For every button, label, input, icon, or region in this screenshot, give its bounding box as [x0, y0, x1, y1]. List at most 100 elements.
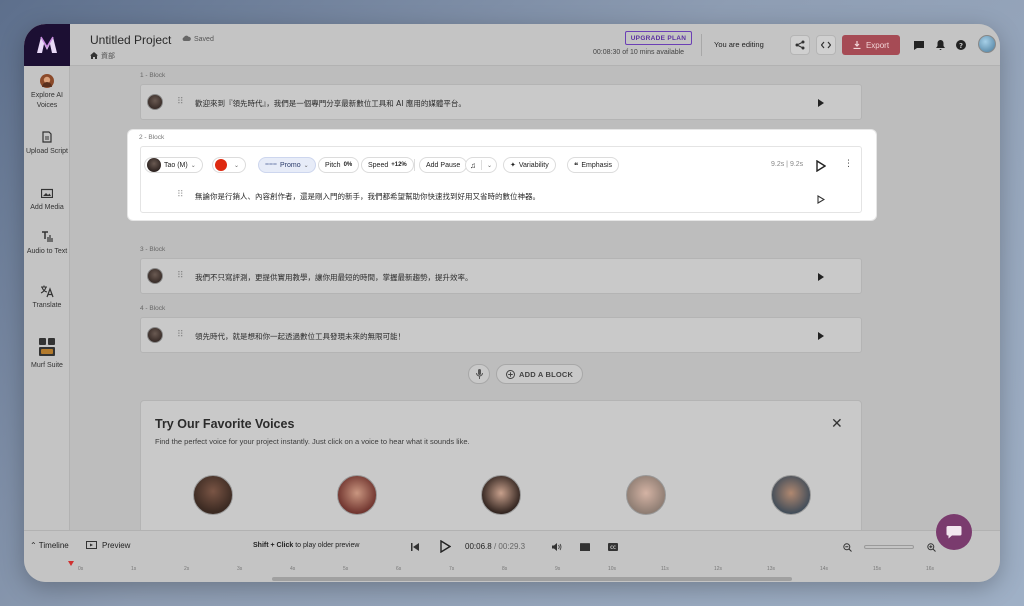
drag-handle-icon[interactable]: ⠿ — [177, 270, 184, 281]
suite-icon — [38, 338, 56, 358]
pitch-control[interactable]: Pitch 0% — [318, 157, 360, 173]
preview-icon — [86, 541, 97, 549]
export-label: Export — [865, 40, 890, 50]
chevron-down-icon: ⌄ — [487, 162, 493, 169]
sidebar-item-label: Translate — [32, 302, 62, 309]
ruler-tick-label: 9s — [555, 566, 561, 572]
upgrade-plan-button[interactable]: UPGRADE PLAN — [625, 31, 692, 45]
block-2[interactable]: Tao (M) ⌄ ⌄ ⩶ Promo ⌄ Pitch 0% Speed +12… — [140, 146, 862, 213]
emphasis-button[interactable]: ❝ Emphasis — [567, 157, 620, 173]
block-label: 4 - Block — [140, 305, 166, 312]
block-4[interactable]: ⠿ 領先時代，就是想和你一起透過數位工具發現未來的無限可能！ — [140, 317, 862, 353]
voice-selector[interactable]: Tao (M) ⌄ — [144, 157, 203, 173]
export-button[interactable]: Export — [842, 35, 900, 55]
block-label: 3 - Block — [140, 246, 166, 253]
drag-handle-icon[interactable]: ⠿ — [177, 329, 184, 340]
video-clip-icon[interactable] — [580, 542, 590, 552]
sidebar-item-translate[interactable]: Translate — [24, 284, 70, 311]
voice-option[interactable] — [193, 475, 233, 515]
sidebar-item-murf-suite[interactable]: Murf Suite — [24, 338, 70, 371]
add-block-button[interactable]: ADD A BLOCK — [496, 364, 584, 384]
subtitles-icon[interactable]: CC — [608, 542, 618, 552]
voices-panel-title: Try Our Favorite Voices — [155, 417, 295, 431]
home-icon — [90, 51, 98, 61]
user-avatar[interactable] — [978, 35, 996, 53]
speed-value: +12% — [391, 162, 407, 168]
block-text[interactable]: 歡迎來到『領先時代』，我們是一個專門分享最新數位工具和 AI 應用的媒體平台。 — [195, 98, 466, 109]
close-icon[interactable]: ✕ — [831, 415, 843, 432]
ruler-tick-label: 2s — [184, 566, 190, 572]
chevron-down-icon: ⌄ — [190, 162, 196, 169]
zoom-out-icon[interactable] — [842, 542, 852, 552]
drag-handle-icon[interactable]: ⠿ — [177, 189, 184, 200]
voice-option[interactable] — [481, 475, 521, 515]
play-icon[interactable] — [818, 99, 824, 107]
zoom-slider[interactable] — [864, 545, 914, 549]
ruler-tick-label: 7s — [449, 566, 455, 572]
block-text[interactable]: 我們不只寫評測，更提供實用教學，讓你用最短的時間，掌握最新趨勢，提升效率。 — [195, 272, 473, 283]
ruler-tick-label: 5s — [343, 566, 349, 572]
share-button[interactable] — [790, 35, 810, 55]
record-button[interactable] — [468, 364, 490, 384]
zoom-in-icon[interactable] — [926, 542, 936, 552]
pronunciation-control[interactable]: ♫ ⌄ — [465, 157, 498, 173]
media-icon — [40, 186, 54, 200]
sidebar-item-audio-to-text[interactable]: Audio to Text — [24, 230, 70, 257]
voice-avatar[interactable] — [147, 327, 163, 343]
divider — [414, 159, 415, 171]
voice-option[interactable] — [771, 475, 811, 515]
drag-handle-icon[interactable]: ⠿ — [177, 96, 184, 107]
current-time: 00:06.8 — [465, 542, 492, 551]
preview-button[interactable]: Preview — [86, 541, 130, 550]
block-text[interactable]: 領先時代，就是想和你一起透過數位工具發現未來的無限可能！ — [195, 331, 405, 342]
avatar-icon — [40, 74, 54, 88]
app-window: Untitled Project Saved 資部 UPGRADE PLAN 0… — [24, 24, 1000, 582]
sidebar-item-label: Murf Suite — [31, 362, 63, 369]
ruler-tick-label: 4s — [290, 566, 296, 572]
murf-logo-icon[interactable] — [24, 24, 70, 66]
mic-icon — [475, 369, 483, 379]
emphasis-label: Emphasis — [581, 161, 613, 169]
speed-control[interactable]: Speed +12% — [361, 157, 414, 173]
play-icon[interactable] — [818, 332, 824, 340]
block-3[interactable]: ⠿ 我們不只寫評測，更提供實用教學，讓你用最短的時間，掌握最新趨勢，提升效率。 — [140, 258, 862, 294]
ruler-tick-label: 1s — [131, 566, 137, 572]
voice-avatar[interactable] — [147, 268, 163, 284]
saved-label: Saved — [194, 35, 214, 43]
ruler-tick-label: 14s — [820, 566, 829, 572]
play-icon[interactable] — [818, 273, 824, 281]
variability-button[interactable]: ✦ Variability — [503, 157, 556, 173]
help-icon[interactable]: ? — [956, 40, 966, 50]
voice-avatar[interactable] — [147, 94, 163, 110]
add-pause-button[interactable]: Add Pause — [419, 157, 468, 173]
bell-icon[interactable] — [935, 40, 945, 50]
language-selector[interactable]: ⌄ — [212, 157, 247, 173]
voice-option[interactable] — [626, 475, 666, 515]
plus-circle-icon — [506, 369, 515, 379]
play-sentence-icon[interactable] — [817, 191, 826, 209]
sparkle-icon: ✦ — [510, 162, 516, 169]
voice-option[interactable] — [337, 475, 377, 515]
sidebar-item-explore-voices[interactable]: Explore AI Voices — [24, 74, 70, 111]
more-options-icon[interactable]: ⋮ — [844, 158, 853, 169]
playhead-marker[interactable] — [68, 561, 74, 566]
timeline-toggle[interactable]: ⌃ Timeline — [30, 541, 69, 550]
play-block-icon[interactable] — [816, 159, 827, 177]
timeline-bar: ⌃ Timeline Preview Shift + Click to play… — [24, 530, 1000, 582]
comment-icon[interactable] — [914, 40, 924, 50]
play-pause-icon[interactable] — [439, 540, 451, 553]
sidebar-item-upload-script[interactable]: Upload Script — [24, 130, 70, 157]
project-title[interactable]: Untitled Project — [90, 33, 171, 47]
block-1[interactable]: ⠿ 歡迎來到『領先時代』，我們是一個專門分享最新數位工具和 AI 應用的媒體平台… — [140, 84, 862, 120]
editing-status: You are editing — [701, 34, 764, 56]
chat-support-button[interactable] — [936, 514, 972, 550]
volume-icon[interactable] — [552, 542, 562, 552]
breadcrumb[interactable]: 資部 — [90, 51, 115, 61]
timeline-scrollbar[interactable] — [272, 577, 792, 581]
skip-back-icon[interactable] — [410, 542, 420, 552]
block-text[interactable]: 無論你是行銷人、內容創作者，還是剛入門的新手，我們都希望幫助你快速找到好用又省時… — [195, 191, 540, 202]
embed-button[interactable] — [816, 35, 836, 55]
style-selector[interactable]: ⩶ Promo ⌄ — [258, 157, 316, 173]
ruler-tick-label: 11s — [661, 566, 669, 572]
sidebar-item-add-media[interactable]: Add Media — [24, 186, 70, 213]
